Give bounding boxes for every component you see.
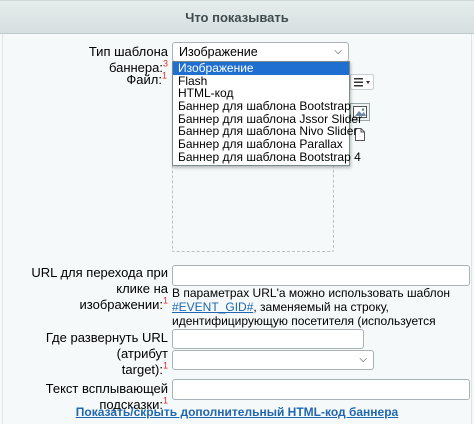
url-label-line2: изображении: [79, 297, 163, 312]
chevron-down-icon: ⌵ [334, 46, 342, 57]
event-gid-link[interactable]: #EVENT_GID# [172, 300, 253, 314]
dropdown-option[interactable]: Изображение [173, 62, 349, 75]
section-title: Что показывать [185, 10, 289, 25]
url-label: URL для перехода при клике на изображени… [10, 265, 168, 313]
dropdown-option[interactable]: Баннер для шаблона Bootstrap 4 [173, 151, 361, 164]
url-label-line1: URL для перехода при клике на [31, 265, 168, 296]
banner-type-label-text: Тип шаблона баннера: [88, 44, 168, 75]
banner-type-selected: Изображение [179, 45, 258, 59]
url-input[interactable] [172, 265, 470, 286]
url-hint-pre: В параметрах URL'а можно использовать ша… [172, 286, 451, 300]
dropdown-option[interactable]: Баннер для шаблона Parallax [173, 138, 349, 151]
target-label: Где развернуть URL (атрибут target):1 [10, 330, 168, 378]
file-label-text: Файл: [126, 72, 162, 87]
required-mark: 1 [162, 295, 168, 306]
required-mark: 1 [162, 360, 168, 371]
required-mark: 3 [162, 58, 168, 69]
toggle-html-link[interactable]: Показать/скрыть дополнительный HTML-код … [0, 405, 474, 419]
banner-type-select[interactable]: Изображение ⌵ [172, 42, 349, 62]
target-input[interactable] [172, 329, 364, 349]
required-mark: 1 [161, 70, 167, 81]
target-select[interactable]: ⌵ [172, 350, 374, 370]
banner-type-dropdown: Изображение Flash HTML-код Баннер для ша… [172, 61, 362, 166]
target-label-line2: target): [121, 362, 163, 377]
section-header: Что показывать [0, 0, 474, 34]
file-label: Файл:1 [100, 70, 167, 88]
chevron-down-icon: ⌵ [359, 354, 367, 365]
menu-icon [354, 78, 370, 87]
menu-button[interactable] [350, 74, 374, 90]
tooltip-input[interactable] [172, 379, 470, 400]
dropdown-option[interactable]: Баннер для шаблона Bootstrap [173, 100, 351, 113]
target-label-line1: Где развернуть URL (атрибут [45, 330, 168, 361]
